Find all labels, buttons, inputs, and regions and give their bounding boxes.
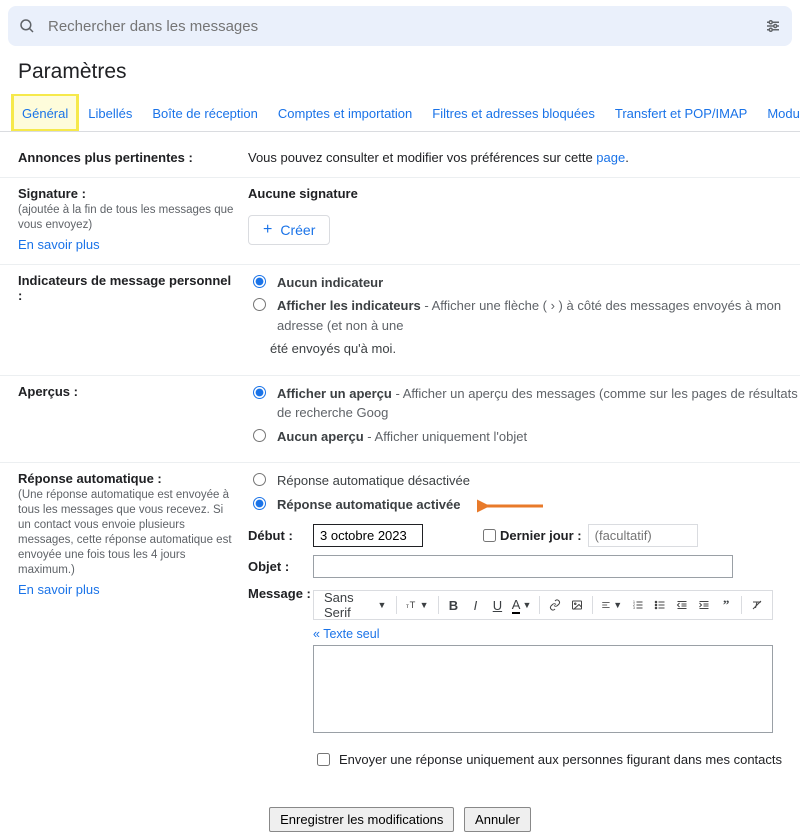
row-ads: Annonces plus pertinentes : Vous pouvez …	[0, 142, 800, 178]
search-icon	[18, 17, 36, 35]
italic-button[interactable]: I	[466, 595, 484, 615]
indicator-show-label: Afficher les indicateurs	[277, 298, 421, 313]
bullet-list-button[interactable]	[651, 595, 669, 615]
footer-buttons: Enregistrer les modifications Annuler	[0, 807, 800, 832]
preview-show-label: Afficher un aperçu	[277, 386, 392, 401]
indicator-show-radio[interactable]	[253, 298, 266, 311]
preview-none-radio[interactable]	[253, 429, 266, 442]
vacation-learn-link[interactable]: En savoir plus	[18, 582, 100, 597]
svg-text:T: T	[410, 600, 416, 610]
tab-accounts[interactable]: Comptes et importation	[268, 94, 422, 131]
vacation-off-radio[interactable]	[253, 473, 266, 486]
end-date-checkbox[interactable]	[483, 529, 496, 542]
separator	[438, 596, 439, 614]
vacation-sub: (Une réponse automatique est envoyée à t…	[18, 488, 236, 578]
tab-forwarding[interactable]: Transfert et POP/IMAP	[605, 94, 757, 131]
indent-more-button[interactable]	[695, 595, 713, 615]
vacation-on-radio[interactable]	[253, 497, 266, 510]
save-button[interactable]: Enregistrer les modifications	[269, 807, 454, 832]
image-button[interactable]	[568, 595, 586, 615]
create-label: Créer	[280, 222, 315, 238]
subject-label: Objet :	[248, 559, 313, 574]
vacation-on-label: Réponse automatique activée	[277, 497, 461, 512]
cancel-button[interactable]: Annuler	[464, 807, 531, 832]
contacts-only-checkbox[interactable]	[317, 753, 330, 766]
search-input[interactable]	[46, 17, 764, 36]
indicator-show-desc2: été envoyés qu'à moi.	[270, 339, 396, 359]
font-family-select[interactable]: Sans Serif▼	[320, 595, 390, 615]
indicator-none-radio[interactable]	[253, 275, 266, 288]
ads-text: Vous pouvez consulter et modifier vos pr…	[248, 150, 596, 165]
signature-label: Signature :	[18, 186, 86, 201]
preview-none-label: Aucun aperçu	[277, 429, 364, 444]
align-button[interactable]: ▼	[598, 595, 625, 615]
end-date-input	[588, 524, 698, 547]
row-vacation: Réponse automatique : (Une réponse autom…	[0, 463, 800, 789]
separator	[592, 596, 593, 614]
vacation-label: Réponse automatique :	[18, 471, 162, 486]
settings-tabs: Général Libellés Boîte de réception Comp…	[0, 94, 800, 132]
ads-page-link[interactable]: page	[596, 150, 625, 165]
ads-suffix: .	[625, 150, 629, 165]
ordered-list-button[interactable]: 123	[629, 595, 647, 615]
signature-learn-link[interactable]: En savoir plus	[18, 237, 100, 252]
separator	[539, 596, 540, 614]
annotation-arrow-icon	[477, 497, 545, 515]
tab-labels[interactable]: Libellés	[78, 94, 142, 131]
link-button[interactable]	[546, 595, 564, 615]
svg-text:3: 3	[633, 606, 635, 610]
indicators-label: Indicateurs de message personnel :	[18, 273, 231, 303]
separator	[741, 596, 742, 614]
end-date-label: Dernier jour :	[500, 528, 582, 543]
tab-addons[interactable]: Modules complémentaires	[757, 94, 800, 131]
separator	[396, 596, 397, 614]
message-label: Message :	[248, 586, 313, 601]
tab-inbox[interactable]: Boîte de réception	[142, 94, 268, 131]
underline-button[interactable]: U	[488, 595, 506, 615]
previews-label: Aperçus :	[18, 384, 78, 399]
row-indicators: Indicateurs de message personnel : Aucun…	[0, 265, 800, 376]
text-color-button[interactable]: A▼	[510, 595, 532, 615]
indicator-none-label: Aucun indicateur	[277, 275, 383, 290]
row-previews: Aperçus : Afficher un aperçu - Afficher …	[0, 376, 800, 464]
chevron-down-icon: ▼	[377, 600, 386, 610]
search-bar	[8, 6, 792, 46]
ads-label: Annonces plus pertinentes :	[18, 150, 193, 165]
signature-sub: (ajoutée à la fin de tous les messages q…	[18, 203, 236, 233]
start-date-input[interactable]	[313, 524, 423, 547]
tab-general[interactable]: Général	[12, 94, 78, 131]
rte-toolbar: Sans Serif▼ тT ▼ B I U A▼ ▼	[313, 590, 773, 620]
quote-button[interactable]: ”	[717, 595, 735, 615]
plus-icon: +	[263, 222, 272, 238]
chevron-down-icon: ▼	[522, 600, 531, 610]
message-textarea[interactable]	[313, 645, 773, 733]
chevron-down-icon: ▼	[420, 600, 429, 610]
vacation-off-label: Réponse automatique désactivée	[277, 471, 470, 491]
indent-less-button[interactable]	[673, 595, 691, 615]
chevron-down-icon: ▼	[613, 600, 622, 610]
font-size-button[interactable]: тT ▼	[403, 595, 431, 615]
start-date-label: Début :	[248, 528, 313, 543]
preview-show-radio[interactable]	[253, 386, 266, 399]
plaintext-link[interactable]: « Texte seul	[313, 627, 379, 641]
tune-icon[interactable]	[764, 17, 782, 35]
svg-text:т: т	[406, 603, 409, 610]
preview-none-desc: - Afficher uniquement l'objet	[364, 429, 527, 444]
contacts-only-label: Envoyer une réponse uniquement aux perso…	[339, 752, 782, 767]
signature-create-button[interactable]: + Créer	[248, 215, 330, 245]
clear-format-button[interactable]	[748, 595, 766, 615]
page-title: Paramètres	[18, 60, 800, 84]
tab-filters[interactable]: Filtres et adresses bloquées	[422, 94, 605, 131]
signature-none: Aucune signature	[248, 186, 800, 201]
bold-button[interactable]: B	[444, 595, 462, 615]
row-signature: Signature : (ajoutée à la fin de tous le…	[0, 178, 800, 265]
subject-input[interactable]	[313, 555, 733, 578]
